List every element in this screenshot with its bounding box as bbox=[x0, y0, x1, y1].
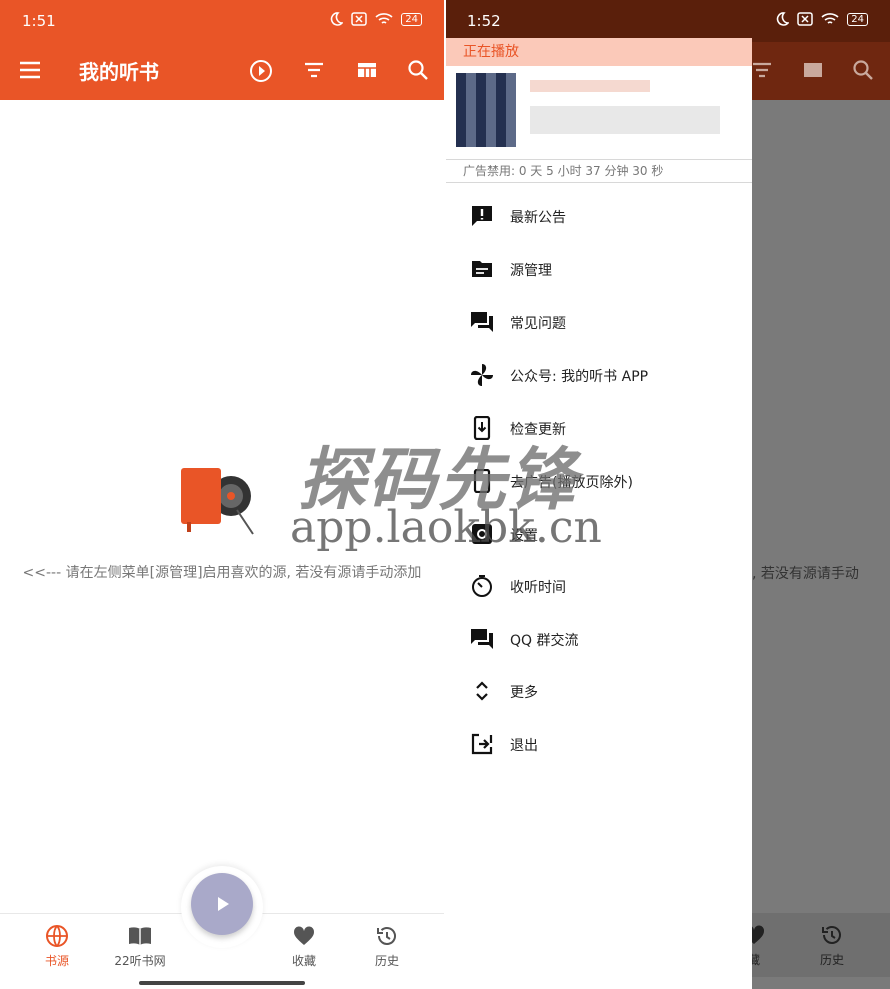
bottom-nav-dimmed: 藏 历史 bbox=[743, 913, 890, 977]
menu-item-listen-time[interactable]: 收听时间 bbox=[446, 562, 752, 612]
status-time: 1:52 bbox=[467, 12, 501, 30]
nav-history: 历史 bbox=[792, 923, 872, 968]
menu-item-more[interactable]: 更多 bbox=[446, 667, 752, 717]
status-bar: 1:51 24 bbox=[0, 0, 444, 42]
play-circle-icon[interactable] bbox=[249, 59, 273, 83]
now-playing-label: 正在播放 bbox=[446, 38, 752, 66]
heart-icon bbox=[293, 926, 315, 945]
forum-icon bbox=[471, 312, 493, 332]
history-icon bbox=[377, 927, 396, 945]
layout-icon[interactable] bbox=[356, 59, 378, 81]
empty-hint-dimmed: , 若没有源请手动 bbox=[752, 566, 859, 582]
sim-off-icon bbox=[351, 12, 368, 26]
filter-icon[interactable] bbox=[303, 59, 325, 81]
menu-item-announcement[interactable]: 最新公告 bbox=[446, 192, 752, 242]
moon-icon bbox=[777, 12, 790, 26]
home-indicator bbox=[139, 981, 305, 985]
forum-icon bbox=[471, 629, 493, 649]
page-title: 我的听书 bbox=[79, 60, 159, 84]
menu-item-faq[interactable]: 常见问题 bbox=[446, 298, 752, 348]
empty-state-illustration bbox=[181, 468, 254, 535]
menu-item-source-management[interactable]: 源管理 bbox=[446, 245, 752, 295]
filter-icon bbox=[753, 62, 771, 78]
moon-icon bbox=[331, 12, 344, 26]
book-cover bbox=[456, 73, 516, 147]
now-playing-card[interactable] bbox=[446, 66, 752, 160]
expand-icon bbox=[476, 681, 488, 701]
empty-hint: <<--- 请在左侧菜单[源管理]启用喜欢的源, 若没有源请手动添加 bbox=[22, 565, 422, 581]
menu-item-wechat-account[interactable]: 公众号: 我的听书 APP bbox=[446, 351, 752, 401]
search-icon[interactable] bbox=[407, 59, 429, 81]
book-open-icon bbox=[129, 927, 151, 945]
globe-icon bbox=[46, 925, 68, 947]
menu-item-exit[interactable]: 退出 bbox=[446, 720, 752, 770]
history-icon bbox=[822, 926, 841, 944]
ad-disabled-timer: 广告禁用: 0 天 5 小时 37 分钟 30 秒 bbox=[463, 164, 664, 178]
exit-icon bbox=[471, 733, 493, 755]
wifi-icon bbox=[375, 13, 393, 24]
nav-history[interactable]: 历史 bbox=[347, 924, 427, 969]
wifi-icon bbox=[821, 13, 839, 24]
play-icon bbox=[218, 897, 229, 911]
menu-icon[interactable] bbox=[18, 59, 42, 81]
nav-favorites[interactable]: 收藏 bbox=[264, 924, 344, 969]
top-app-bar: 我的听书 bbox=[0, 42, 444, 100]
timer-icon bbox=[472, 575, 492, 597]
play-fab[interactable] bbox=[191, 873, 253, 935]
folder-icon bbox=[472, 261, 492, 277]
announcement-icon bbox=[472, 206, 492, 226]
status-bar: 1:52 bbox=[446, 0, 752, 42]
status-time: 1:51 bbox=[22, 12, 56, 30]
battery-indicator: 24 bbox=[847, 12, 868, 26]
layout-icon bbox=[804, 63, 822, 77]
nav-22-ting[interactable]: 22听书网 bbox=[100, 924, 180, 969]
watermark-url: app.laokbk.cn bbox=[290, 502, 602, 553]
sim-off-icon bbox=[797, 12, 814, 26]
battery-indicator: 24 bbox=[401, 12, 422, 26]
pinwheel-icon bbox=[471, 364, 493, 386]
menu-item-qq-group[interactable]: QQ 群交流 bbox=[446, 615, 752, 665]
nav-book-source[interactable]: 书源 bbox=[17, 924, 97, 969]
search-icon bbox=[853, 60, 873, 80]
